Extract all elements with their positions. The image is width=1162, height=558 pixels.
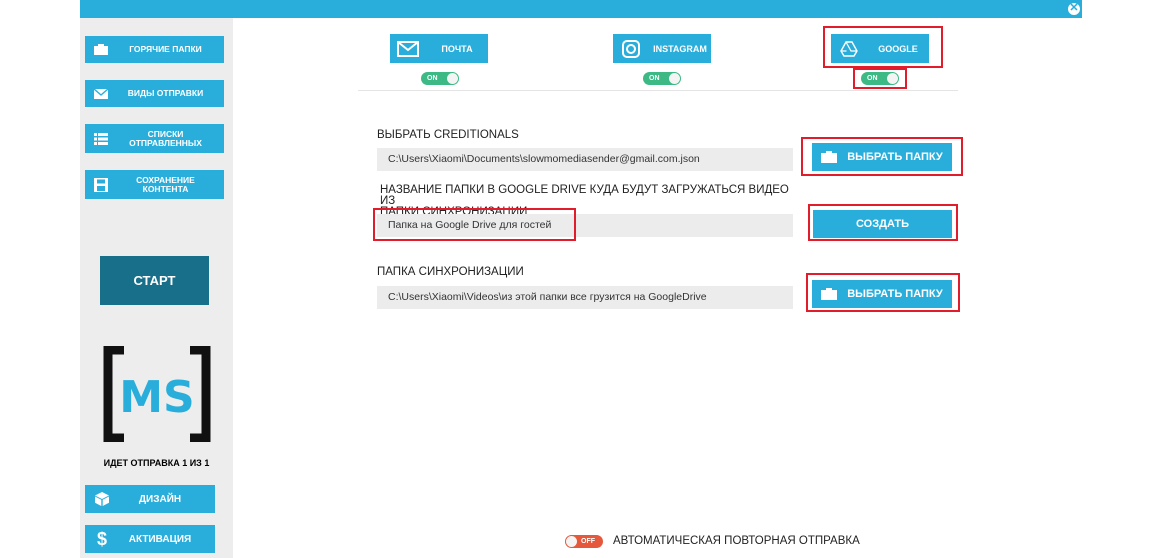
auto-resend-label: АВТОМАТИЧЕСКАЯ ПОВТОРНАЯ ОТПРАВКА — [613, 535, 860, 547]
cube-icon — [89, 492, 115, 506]
list-icon — [89, 132, 113, 145]
sidebar-item-label: ВИДЫ ОТПРАВКИ — [127, 88, 204, 98]
activation-label: АКТИВАЦИЯ — [128, 533, 192, 545]
ms-logo: MS — [102, 345, 212, 443]
sidebar-item-save-content[interactable]: СОХРАНЕНИЕ КОНТЕНТА — [85, 170, 224, 199]
sidebar: ГОРЯЧИЕ ПАПКИ ВИДЫ ОТПРАВКИ СПИСКИ ОТПРА… — [80, 18, 233, 558]
mail-toggle[interactable]: ON — [421, 72, 459, 85]
choose-sync-folder-highlight — [806, 273, 960, 312]
dollar-icon: $ — [96, 528, 107, 549]
start-button[interactable]: СТАРТ — [100, 256, 209, 305]
create-folder-highlight — [808, 204, 958, 241]
credentials-path-field[interactable]: C:\Users\Xiaomi\Documents\slowmomediasen… — [377, 148, 793, 171]
mail-icon — [390, 40, 426, 57]
envelope-icon — [89, 88, 113, 99]
google-toggle-highlight — [853, 68, 907, 89]
instagram-toggle[interactable]: ON — [643, 72, 681, 85]
activation-button[interactable]: $ АКТИВАЦИЯ — [85, 525, 215, 553]
sidebar-item-label: ГОРЯЧИЕ ПАПКИ — [129, 44, 202, 54]
sidebar-item-sent-lists[interactable]: СПИСКИ ОТПРАВЛЕННЫХ — [85, 124, 224, 153]
mail-service-label: ПОЧТА — [441, 43, 473, 54]
close-button[interactable]: ✕ — [1066, 1, 1082, 17]
choose-credentials-highlight — [801, 137, 963, 176]
instagram-icon — [613, 39, 649, 58]
divider — [358, 90, 958, 91]
sidebar-item-label: СПИСКИ ОТПРАВЛЕННЫХ — [129, 128, 202, 148]
svg-text:MS: MS — [119, 372, 194, 423]
sending-status: ИДЕТ ОТПРАВКА 1 ИЗ 1 — [103, 458, 210, 468]
sync-folder-label: ПАПКА СИНХРОНИЗАЦИИ — [377, 266, 524, 278]
title-bar — [80, 0, 1082, 18]
mail-service-button[interactable]: ПОЧТА — [390, 34, 488, 63]
sidebar-item-send-types[interactable]: ВИДЫ ОТПРАВКИ — [85, 80, 224, 107]
floppy-icon — [89, 177, 113, 192]
folder-icon — [89, 44, 113, 55]
instagram-service-button[interactable]: INSTAGRAM — [613, 34, 711, 63]
design-button[interactable]: ДИЗАЙН — [85, 485, 215, 513]
sync-folder-path-field[interactable]: C:\Users\Xiaomi\Videos\из этой папки все… — [377, 286, 793, 309]
credentials-label: ВЫБРАТЬ CREDITIONALS — [377, 129, 519, 141]
app-window: ✕ ГОРЯЧИЕ ПАПКИ ВИДЫ ОТПРАВКИ СПИСКИ ОТП… — [0, 0, 1162, 558]
google-button-highlight — [823, 26, 943, 68]
design-label: ДИЗАЙН — [138, 493, 182, 505]
auto-resend-toggle[interactable]: OFF — [565, 535, 603, 548]
sidebar-item-label: СОХРАНЕНИЕ КОНТЕНТА — [136, 174, 195, 194]
instagram-service-label: INSTAGRAM — [653, 43, 707, 54]
sidebar-item-hot-folders[interactable]: ГОРЯЧИЕ ПАПКИ — [85, 36, 224, 63]
drive-folder-field-highlight — [373, 208, 576, 241]
